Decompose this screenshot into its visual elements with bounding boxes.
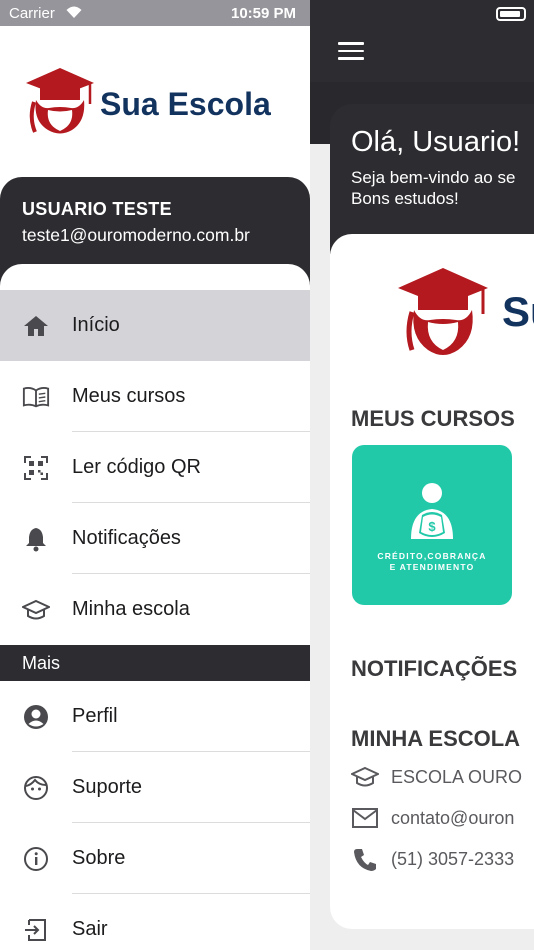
drawer-item-meus-cursos[interactable]: Meus cursos (0, 361, 310, 432)
drawer-item-label: Ler código QR (72, 456, 201, 478)
school-phone-row[interactable]: (51) 3057-2333 (351, 846, 514, 872)
drawer-item-label: Meus cursos (72, 385, 186, 407)
carrier-label: Carrier (9, 5, 55, 22)
brand-logo: Sua Escola (26, 66, 286, 141)
drawer-item-minha-escola[interactable]: Minha escola (0, 574, 310, 645)
clock: 10:59 PM (231, 5, 297, 22)
my-school-title: MINHA ESCOLA (351, 726, 521, 751)
bell-icon (22, 525, 50, 553)
drawer-item-label: Notificações (72, 527, 181, 549)
phone-icon (354, 849, 376, 871)
drawer-item-label: Sair (72, 918, 108, 940)
mail-icon (352, 808, 378, 828)
school-name: ESCOLA OURO (391, 766, 523, 787)
support-face-icon (22, 774, 50, 802)
svg-text:Sua Escola: Sua Escola (100, 86, 271, 122)
info-icon (22, 845, 50, 873)
navigation-drawer: Sua Escola USUARIO TESTE teste1@ouromode… (0, 0, 310, 950)
section-header-mais: Mais (0, 645, 310, 681)
greeting-title: Olá, Usuario! (351, 126, 521, 158)
drawer-item-label: Suporte (72, 776, 143, 798)
drawer-item-notificacoes[interactable]: Notificações (0, 503, 310, 574)
user-email: teste1@ouromoderno.com.br (22, 225, 250, 245)
drawer-menu: Início Meus cursos Ler código QR Notific… (0, 290, 310, 950)
home-icon (22, 312, 50, 340)
menu-button[interactable] (338, 42, 364, 64)
graduation-cap-icon (22, 596, 50, 624)
school-logo: Su (398, 262, 534, 367)
user-name: USUARIO TESTE (22, 199, 172, 219)
school-email: contato@ouron (391, 807, 515, 828)
qr-code-icon (22, 454, 50, 482)
wifi-icon (66, 6, 82, 18)
svg-text:$: $ (428, 519, 436, 534)
school-name-row: ESCOLA OURO (351, 764, 522, 790)
school-phone: (51) 3057-2333 (391, 848, 515, 869)
graduation-cap-icon (351, 766, 379, 787)
svg-text:Su: Su (502, 288, 534, 335)
my-courses-title: MEUS CURSOS (351, 406, 515, 431)
drawer-item-inicio[interactable]: Início (0, 290, 310, 361)
course-name: CRÉDITO,COBRANÇA E ATENDIMENTO (377, 551, 487, 572)
drawer-item-sobre[interactable]: Sobre (0, 823, 310, 894)
battery-icon (496, 7, 526, 21)
course-card[interactable]: $ CRÉDITO,COBRANÇA E ATENDIMENTO (352, 445, 512, 605)
notifications-title: NOTIFICAÇÕES (351, 656, 518, 681)
drawer-item-perfil[interactable]: Perfil (0, 681, 310, 752)
book-icon (22, 383, 50, 411)
greeting-card: Olá, Usuario! Seja bem-vindo ao se Bons … (330, 104, 534, 254)
drawer-item-sair[interactable]: Sair (0, 894, 310, 950)
drawer-item-suporte[interactable]: Suporte (0, 752, 310, 823)
drawer-item-label: Início (72, 314, 120, 336)
money-person-icon: $ (411, 483, 453, 539)
drawer-item-ler-codigo-qr[interactable]: Ler código QR (0, 432, 310, 503)
drawer-item-label: Minha escola (72, 598, 190, 620)
greeting-subtitle: Seja bem-vindo ao se Bons estudos! (351, 168, 516, 208)
school-email-row[interactable]: contato@ouron (351, 805, 514, 831)
drawer-item-label: Perfil (72, 705, 118, 727)
person-icon (22, 703, 50, 731)
logout-icon (22, 916, 50, 944)
home-content-card: Su MEUS CURSOS $ CRÉDITO,COBRANÇA E ATEN… (330, 234, 534, 929)
drawer-item-label: Sobre (72, 847, 126, 869)
